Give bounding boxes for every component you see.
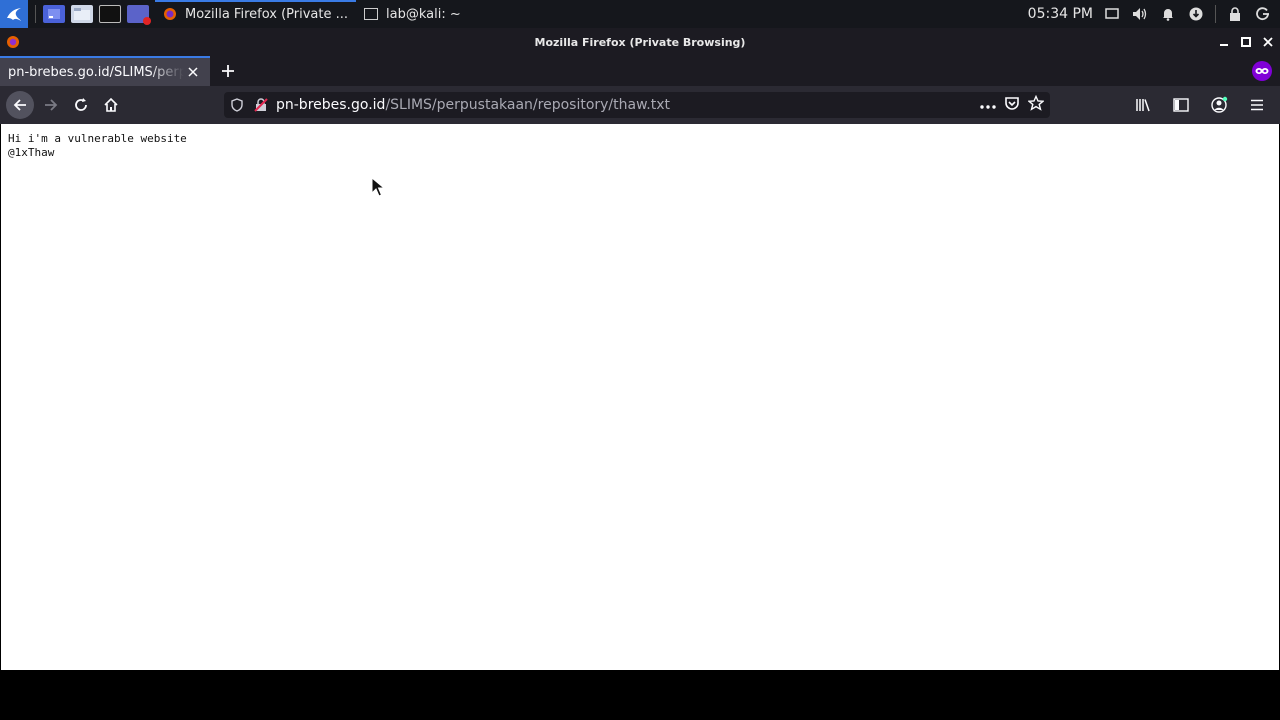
- page-actions-ellipsis-icon[interactable]: [980, 97, 996, 113]
- volume-icon[interactable]: [1131, 5, 1149, 23]
- tab-strip: pn-brebes.go.id/SLIMS/perpustakaan/repos…: [0, 56, 1280, 86]
- url-bar[interactable]: pn-brebes.go.id/SLIMS/perpustakaan/repos…: [224, 92, 1050, 118]
- hamburger-menu-icon[interactable]: [1242, 90, 1272, 120]
- url-domain: pn-brebes.go.id: [276, 97, 386, 113]
- display-icon[interactable]: [1103, 5, 1121, 23]
- bookmark-star-icon[interactable]: [1027, 94, 1045, 115]
- clock[interactable]: 05:34 PM: [1028, 6, 1093, 22]
- taskbar-separator-right: [1215, 5, 1216, 23]
- task-firefox-label: Mozilla Firefox (Private ...: [185, 6, 349, 22]
- text-line-2: @1xThaw: [8, 146, 55, 159]
- new-tab-icon[interactable]: [212, 56, 244, 86]
- screen-letterbox: [0, 670, 1280, 720]
- tab-close-icon[interactable]: [184, 63, 202, 81]
- update-download-icon[interactable]: [1187, 5, 1205, 23]
- window-titlebar[interactable]: Mozilla Firefox (Private Browsing): [0, 28, 1280, 56]
- notifications-bell-icon[interactable]: [1159, 5, 1177, 23]
- logout-icon[interactable]: [1254, 5, 1272, 23]
- insecure-connection-lock-icon[interactable]: [250, 98, 272, 112]
- tab-thaw-txt[interactable]: pn-brebes.go.id/SLIMS/perpustakaan/repos…: [0, 56, 210, 86]
- task-firefox[interactable]: Mozilla Firefox (Private ...: [155, 0, 357, 28]
- pocket-icon[interactable]: [1004, 95, 1020, 115]
- url-path: /SLIMS/perpustakaan/repository/thaw.txt: [385, 97, 670, 113]
- kali-menu-icon[interactable]: [0, 0, 28, 28]
- reload-icon[interactable]: [66, 90, 96, 120]
- terminal-launcher-icon[interactable]: [99, 5, 121, 23]
- lock-screen-icon[interactable]: [1226, 5, 1244, 23]
- minimize-icon[interactable]: [1218, 36, 1230, 48]
- tab-title: pn-brebes.go.id/SLIMS/perpustakaan/repos…: [8, 64, 184, 80]
- text-line-1: Hi i'm a vulnerable website: [8, 132, 187, 145]
- plain-text-document: Hi i'm a vulnerable website @1xThaw: [8, 132, 187, 160]
- private-browsing-mask-icon: [1252, 61, 1272, 81]
- firefox-window-icon: [7, 36, 19, 48]
- account-icon[interactable]: [1204, 90, 1234, 120]
- sidebar-icon[interactable]: [1166, 90, 1196, 120]
- browser-launcher-icon[interactable]: [127, 5, 151, 25]
- maximize-icon[interactable]: [1240, 36, 1252, 48]
- taskbar-separator: [35, 5, 36, 23]
- task-terminal-label: lab@kali: ~: [386, 6, 461, 22]
- mouse-pointer-icon: [371, 176, 386, 201]
- terminal-icon: [364, 8, 379, 20]
- page-content: Hi i'm a vulnerable website @1xThaw: [1, 124, 1279, 670]
- library-icon[interactable]: [1128, 90, 1158, 120]
- file-manager-icon[interactable]: [71, 5, 93, 23]
- window-title: Mozilla Firefox (Private Browsing): [534, 35, 746, 49]
- workspace-icon[interactable]: [43, 5, 65, 23]
- forward-arrow-icon[interactable]: [36, 90, 66, 120]
- tracking-protection-shield-icon[interactable]: [224, 98, 250, 112]
- task-terminal[interactable]: lab@kali: ~: [356, 0, 469, 28]
- url-text[interactable]: pn-brebes.go.id/SLIMS/perpustakaan/repos…: [276, 97, 670, 113]
- taskbar: Mozilla Firefox (Private ... lab@kali: ~…: [0, 0, 1280, 28]
- close-window-icon[interactable]: [1262, 36, 1274, 48]
- back-arrow-icon[interactable]: [6, 91, 34, 119]
- firefox-icon: [164, 8, 176, 20]
- navigation-toolbar: pn-brebes.go.id/SLIMS/perpustakaan/repos…: [0, 86, 1280, 124]
- home-icon[interactable]: [96, 90, 126, 120]
